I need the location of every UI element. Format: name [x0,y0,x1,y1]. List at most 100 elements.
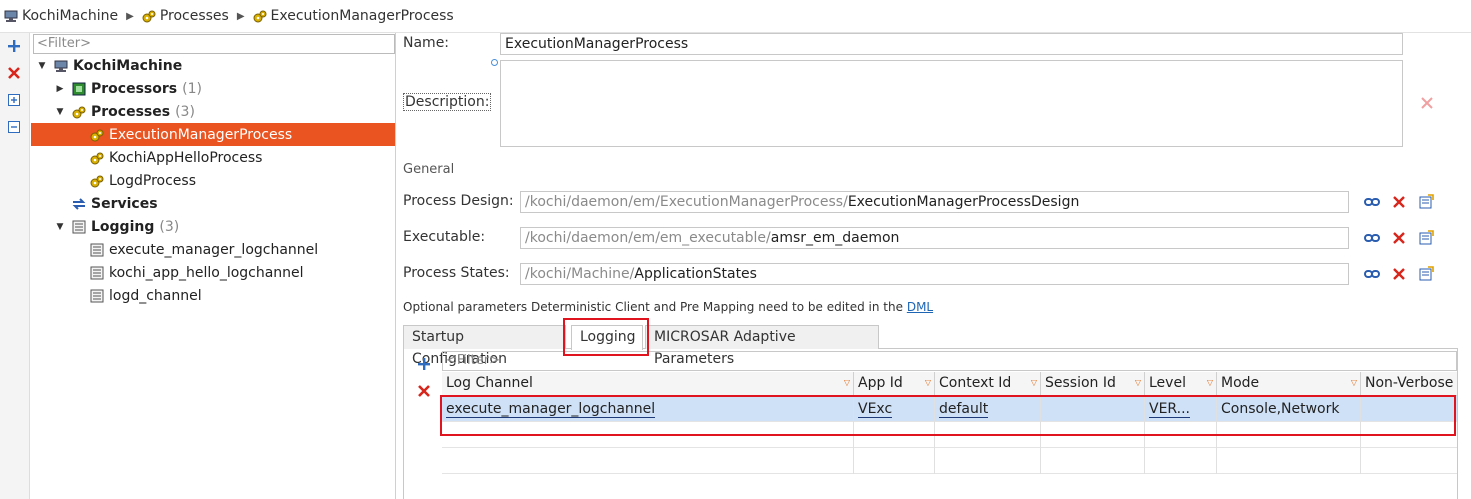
process-states-remove-button[interactable] [1390,265,1408,283]
cell-empty [1217,422,1361,448]
add-log-channel-button[interactable] [415,355,433,373]
filter-arrow-icon[interactable]: ▽ [1207,372,1213,394]
tree-node-execute-manager-logchannel[interactable]: execute_manager_logchannel [31,238,395,261]
tree-node-logging[interactable]: ▼ Logging (3) [31,215,395,238]
tree-node-logd-process[interactable]: LogdProcess [31,169,395,192]
name-input[interactable]: ExecutionManagerProcess [500,33,1403,55]
gears-icon [89,173,105,189]
tree-node-processes[interactable]: ▼ Processes (3) [31,100,395,123]
cell-session-id[interactable] [1041,396,1145,422]
chevron-down-icon[interactable]: ▼ [55,107,65,117]
machine-icon [53,58,69,74]
tree-node-kochi-app-hello-logchannel[interactable]: kochi_app_hello_logchannel [31,261,395,284]
close-icon [8,67,20,79]
add-button[interactable] [5,37,23,55]
chevron-down-icon[interactable]: ▼ [55,222,65,232]
cell-empty [935,422,1041,448]
cell-value: default [939,401,989,418]
collapse-all-button[interactable] [5,118,23,136]
breadcrumb-item-machine[interactable]: KochiMachine [4,8,118,24]
gears-icon [142,10,156,23]
tab-microsar-adaptive-parameters[interactable]: MICROSAR Adaptive Parameters [645,325,879,367]
cell-mode[interactable]: Console,Network [1217,396,1361,422]
process-design-link-button[interactable] [1363,193,1381,211]
cell-empty [1041,422,1145,448]
dml-link[interactable]: DML [907,300,933,314]
column-header-mode[interactable]: Mode ▽ [1217,372,1361,396]
column-header-label: Session Id [1045,375,1116,391]
executable-browse-button[interactable] [1417,229,1435,247]
process-states-browse-button[interactable] [1417,265,1435,283]
table-row[interactable]: execute_manager_logchannel VExc default … [442,396,1457,422]
cell-context-id[interactable]: default [935,396,1041,422]
executable-link-button[interactable] [1363,229,1381,247]
cell-empty [442,422,854,448]
chevron-right-icon: ▶ [126,10,134,22]
filter-arrow-icon[interactable]: ▽ [844,372,850,394]
executable-remove-button[interactable] [1390,229,1408,247]
browse-icon [1419,266,1434,281]
tab-startup-configuration[interactable]: Startup Configuration [403,325,566,367]
column-header-session-id[interactable]: Session Id ▽ [1041,372,1145,396]
cell-empty [1217,448,1361,474]
filter-arrow-icon[interactable]: ▽ [1351,372,1357,394]
gears-icon [253,10,267,23]
process-design-field[interactable]: /kochi/daemon/em/ExecutionManagerProcess… [520,191,1349,213]
column-header-level[interactable]: Level ▽ [1145,372,1217,396]
services-icon [71,196,87,212]
column-header-label: Log Channel [446,375,533,391]
tree-node-execution-manager-process[interactable]: ExecutionManagerProcess [31,123,395,146]
chevron-right-icon[interactable]: ▶ [55,84,65,94]
executable-field[interactable]: /kochi/daemon/em/em_executable/amsr_em_d… [520,227,1349,249]
filter-arrow-icon[interactable]: ▽ [1135,372,1141,394]
table-filter-input[interactable]: <Filter> [442,351,1457,371]
info-icon [491,59,498,66]
cell-level[interactable]: VER... [1145,396,1217,422]
tree-filter-input[interactable]: <Filter> [33,34,395,54]
table-body: execute_manager_logchannel VExc default … [442,396,1457,499]
breadcrumb-item-processes[interactable]: Processes [142,8,229,24]
process-design-browse-button[interactable] [1417,193,1435,211]
column-header-app-id[interactable]: App Id ▽ [854,372,935,396]
tree-node-label: Logging [91,218,155,235]
close-icon [1421,97,1433,109]
column-header-log-channel[interactable]: Log Channel ▽ [442,372,854,396]
tree-node-label: KochiMachine [73,57,183,74]
tree-node-kochi-app-hello-process[interactable]: KochiAppHelloProcess [31,146,395,169]
column-header-non-verbose[interactable]: Non-Verbose [1361,372,1457,396]
expand-all-button[interactable] [5,91,23,109]
column-header-label: Context Id [939,375,1012,391]
filter-arrow-icon[interactable]: ▽ [1031,372,1037,394]
log-icon [89,288,105,304]
plus-icon [418,358,430,370]
tree-node-services[interactable]: Services [31,192,395,215]
filter-arrow-icon[interactable]: ▽ [925,372,931,394]
process-design-remove-button[interactable] [1390,193,1408,211]
breadcrumb-label: KochiMachine [22,8,119,24]
clear-description-button[interactable] [1418,94,1436,112]
breadcrumb-label: ExecutionManagerProcess [270,8,454,24]
cell-empty [1145,448,1217,474]
link-icon [1364,270,1380,278]
column-header-context-id[interactable]: Context Id ▽ [935,372,1041,396]
cell-non-verbose[interactable] [1361,396,1457,422]
expand-all-icon [8,94,20,106]
cell-app-id[interactable]: VExc [854,396,935,422]
breadcrumb-item-process[interactable]: ExecutionManagerProcess [253,8,454,24]
cell-log-channel[interactable]: execute_manager_logchannel [442,396,854,422]
process-states-field[interactable]: /kochi/Machine/ApplicationStates [520,263,1349,285]
remove-log-channel-button[interactable] [415,382,433,400]
link-icon [1364,234,1380,242]
tab-logging[interactable]: Logging [571,325,643,350]
path-prefix: /kochi/Machine/ [525,266,635,282]
tree-node-count: (1) [182,80,202,97]
tree-node-machine[interactable]: ▼ KochiMachine [31,54,395,77]
process-states-link-button[interactable] [1363,265,1381,283]
tree-node-logd-channel[interactable]: logd_channel [31,284,395,307]
tree-node-processors[interactable]: ▶ Processors (1) [31,77,395,100]
cell-empty [1041,448,1145,474]
cell-empty [442,448,854,474]
delete-button[interactable] [5,64,23,82]
chevron-down-icon[interactable]: ▼ [37,61,47,71]
description-textarea[interactable] [500,60,1403,147]
